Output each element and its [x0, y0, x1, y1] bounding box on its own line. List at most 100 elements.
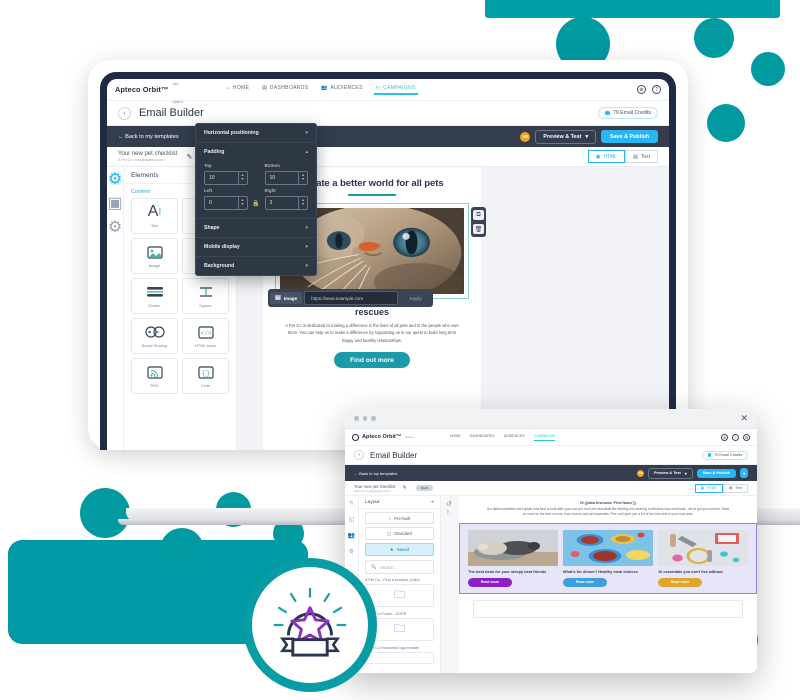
preview-card[interactable]: 10 essentials you can't live without Rea… — [658, 529, 748, 587]
padding-top-stepper[interactable]: ▲▼ — [204, 171, 248, 185]
close-icon[interactable]: ✕ — [740, 413, 748, 424]
pencil-icon[interactable]: ✎ — [186, 153, 192, 161]
element-social-sharing[interactable]: Social Sharing — [131, 318, 178, 354]
popover-row-padding[interactable]: Padding ▴ — [196, 143, 316, 161]
save-publish-button[interactable]: Save & Publish — [601, 130, 658, 143]
globe-icon[interactable]: ⊕ — [637, 85, 646, 94]
layout-item-thumb[interactable] — [365, 652, 434, 664]
window-nav-home[interactable]: HOME — [450, 434, 461, 441]
chevron-up-icon: ▴ — [305, 149, 308, 155]
email-name: Your new pet checklist — [118, 150, 178, 157]
popover-row-background[interactable]: Background ▾ — [196, 257, 316, 275]
email-from: A Pet Co <info@apteco.com> — [118, 158, 166, 163]
image-type-button[interactable]: 🖼 Image — [270, 292, 303, 304]
avatar[interactable]: AE — [637, 469, 645, 477]
layout-tab-standard[interactable]: ▢ Standard — [365, 527, 434, 540]
stepper-arrows-icon[interactable]: ▲ ▼ — [298, 172, 307, 184]
preview-body: Our latest newsletter will explain how b… — [486, 507, 730, 517]
back-to-templates-button[interactable]: ← Back to my templates — [118, 134, 179, 140]
pencil-icon[interactable]: ✎ — [403, 485, 407, 491]
window-tab-html[interactable]: ▣ HTML — [694, 483, 723, 493]
stepper-arrows-icon[interactable]: ▲ ▼ — [237, 172, 247, 184]
rail-audience-icon[interactable]: 👥 — [348, 532, 355, 539]
duplicate-icon[interactable]: ⧉ — [473, 210, 484, 220]
image-url-input[interactable]: https://www.example.com — [304, 291, 399, 305]
rail-layout-icon[interactable]: ▣ — [107, 195, 122, 212]
gear-icon[interactable]: ⚙ — [743, 433, 750, 441]
element-divider[interactable]: Divider — [131, 278, 178, 314]
chevron-left-icon[interactable]: ‹ — [118, 106, 131, 120]
email-meta-bar: Your new pet checklist A Pet Co <info@ap… — [107, 147, 669, 167]
preview-test-button[interactable]: Preview & Test ▾ — [535, 129, 597, 144]
padding-bottom-stepper[interactable]: ▲▼ — [264, 171, 308, 185]
preview-card[interactable]: The best beds for your sleepy best frien… — [468, 529, 558, 587]
padding-left-input[interactable] — [205, 197, 238, 209]
nav-item-campaigns[interactable]: ◴ CAMPAIGNS — [373, 85, 418, 95]
trash-icon[interactable]: 🗑 — [473, 224, 484, 234]
globe-icon[interactable]: ⊕ — [721, 433, 728, 441]
rail-pencil-icon[interactable]: ✎ — [349, 500, 354, 507]
layout-item-thumb[interactable]: 🗀 — [365, 618, 434, 641]
stepper-arrows-icon[interactable]: ▲ ▼ — [237, 197, 247, 209]
window-preview-test-button[interactable]: Preview & Test ▾ — [648, 467, 693, 479]
help-icon[interactable]: ? — [652, 85, 661, 94]
element-text[interactable]: AI Text — [131, 198, 178, 234]
preview-card[interactable]: What's for dinner? Healthy meal choices … — [563, 529, 653, 587]
read-more-button[interactable]: Read more — [658, 577, 702, 587]
window-dot[interactable] — [371, 416, 376, 421]
avatar[interactable]: AE — [520, 131, 531, 142]
layout-search-input[interactable]: 🔍 Search... — [365, 560, 434, 574]
window-save-publish-button[interactable]: Save & Publish — [696, 468, 737, 478]
window-dot[interactable] — [362, 416, 367, 421]
tab-text[interactable]: ▤ Text — [625, 150, 658, 163]
preview-cards-row[interactable]: The best beds for your sleepy best frien… — [459, 522, 757, 594]
padding-bottom-input[interactable] — [265, 172, 298, 184]
padding-left-stepper[interactable]: ▲▼ — [204, 196, 248, 210]
layout-tab-prebuilt[interactable]: ⌂ Pre-built — [365, 512, 434, 524]
popover-row-mobile-display[interactable]: Mobile display ▾ — [196, 238, 316, 257]
tab-html[interactable]: ▣ HTML — [587, 150, 626, 163]
element-image[interactable]: Image — [131, 238, 178, 274]
rail-settings-gear-icon[interactable]: ⚙ — [349, 548, 354, 555]
window-nav-campaigns[interactable]: CAMPAIGNS — [533, 434, 556, 441]
find-out-more-button[interactable]: Find out more — [334, 352, 410, 369]
stepper-arrows-icon[interactable]: ▲ ▼ — [298, 197, 307, 209]
element-rss[interactable]: RSS — [131, 358, 178, 394]
read-more-button[interactable]: Read more — [468, 577, 512, 587]
nav-item-home[interactable]: ⌂ HOME — [227, 85, 249, 95]
preview-bottom-block[interactable] — [473, 599, 743, 618]
lock-icon[interactable]: 🔒 — [252, 200, 261, 207]
read-more-button[interactable]: Read more — [563, 577, 607, 587]
window-dot[interactable] — [354, 416, 359, 421]
element-spacer[interactable]: Spacer — [182, 278, 229, 314]
decor-circle-7 — [160, 528, 204, 572]
undo-icon[interactable]: ↺ — [446, 501, 452, 508]
window-save-publish-caret[interactable]: ▾ — [740, 468, 748, 478]
padding-right-input[interactable] — [265, 197, 298, 209]
popover-row-shape[interactable]: Shape ▾ — [196, 218, 316, 238]
help-icon[interactable]: ? — [732, 433, 739, 441]
collapse-panel-icon[interactable]: ⇥ — [430, 499, 434, 505]
rail-settings-gear-icon[interactable]: ⚙ — [108, 219, 122, 236]
toolbar-right: AE Preview & Test ▾ Save & Publish — [520, 129, 658, 144]
window-back-to-templates[interactable]: ← Back to my templates — [354, 471, 397, 476]
window-nav-dashboards[interactable]: DASHBOARDS — [470, 434, 495, 441]
rail-elements-icon[interactable]: ⚙ — [108, 171, 122, 188]
nav-item-audiences[interactable]: 👥 AUDIENCES — [321, 85, 362, 95]
nav-item-dashboards[interactable]: ▤ DASHBOARDS — [262, 85, 308, 95]
window-tab-text[interactable]: ▤ Text — [723, 483, 748, 493]
element-label: Social Sharing — [141, 342, 168, 348]
padding-right-stepper[interactable]: ▲▼ — [264, 196, 308, 210]
rail-elements-icon[interactable]: ◱ — [349, 516, 355, 523]
window-nav-audiences[interactable]: AUDIENCES — [504, 434, 525, 441]
padding-top-input[interactable] — [205, 172, 238, 184]
chevron-left-icon[interactable]: ‹ — [354, 450, 364, 460]
popover-row-horizontal-positioning[interactable]: Horizontal positioning ▾ — [196, 124, 316, 143]
email-subheading: rescues — [354, 307, 390, 317]
layout-item-thumb[interactable]: 🗀 — [365, 584, 434, 607]
element-html-block[interactable]: </> HTML block — [182, 318, 229, 354]
redo-icon[interactable]: ↻ — [446, 510, 452, 517]
element-code[interactable]: {} Code — [182, 358, 229, 394]
layout-tab-saved[interactable]: ★ Saved — [365, 543, 434, 556]
apply-button[interactable]: Apply — [400, 293, 431, 304]
